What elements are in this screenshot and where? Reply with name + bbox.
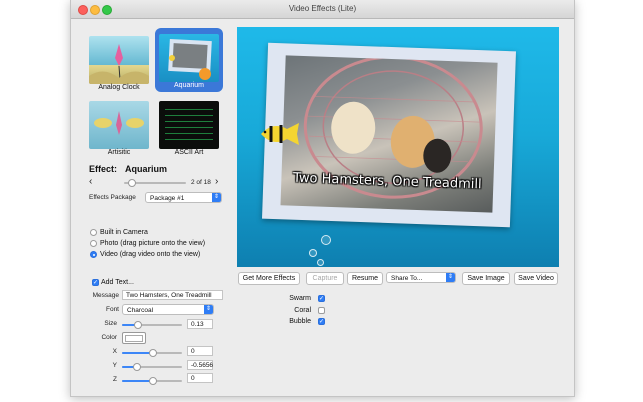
x-label: X <box>112 348 117 355</box>
effect-label-analog-clock[interactable]: Analog Clock <box>87 84 151 91</box>
add-text-checkbox[interactable]: ✓ <box>92 279 99 286</box>
radio-built-in-camera[interactable] <box>90 229 97 236</box>
x-field[interactable]: 0 <box>187 346 213 356</box>
y-field[interactable]: -0.5656 <box>187 360 213 370</box>
bubble-icon <box>317 259 324 266</box>
option-label-coral[interactable]: Coral <box>277 307 311 314</box>
effects-package-value: Package #1 <box>150 195 185 202</box>
ascii-art-icon <box>165 109 213 140</box>
effect-name: Aquarium <box>125 164 168 174</box>
video-preview[interactable]: Two Hamsters, One Treadmill <box>237 27 559 267</box>
tropical-fish-icon <box>261 123 299 145</box>
effect-thumb-analog-clock[interactable] <box>89 36 149 84</box>
z-field[interactable]: 0 <box>187 373 213 383</box>
effect-label-artistic[interactable]: Artisitic <box>87 149 151 156</box>
resume-button[interactable]: Resume <box>347 272 383 285</box>
z-slider-knob[interactable] <box>149 377 157 385</box>
effects-package-label: Effects Package <box>89 194 136 201</box>
message-field[interactable]: Two Hamsters, One Treadmill <box>122 290 223 300</box>
effects-package-select[interactable]: Package #1 ⇕ <box>145 192 222 203</box>
app-window: Video Effects (Lite) Analog Clock Aquari… <box>70 0 575 397</box>
bubble-icon <box>309 249 317 257</box>
title-bar[interactable]: Video Effects (Lite) <box>71 0 574 19</box>
save-video-button[interactable]: Save Video <box>514 272 558 285</box>
analog-clock-icon <box>89 44 149 84</box>
chevron-updown-icon: ⇕ <box>204 305 213 314</box>
option-checkbox-coral[interactable] <box>318 307 325 314</box>
get-more-effects-button[interactable]: Get More Effects <box>238 272 300 285</box>
aquarium-icon <box>168 38 212 80</box>
add-text-label[interactable]: Add Text... <box>101 279 134 286</box>
prev-effect-button[interactable]: ‹ <box>89 176 92 187</box>
size-label: Size <box>104 320 117 327</box>
effect-thumb-aquarium[interactable] <box>159 34 219 82</box>
effect-slider-knob[interactable] <box>128 179 136 187</box>
effect-label-ascii-art[interactable]: ASCII Art <box>157 149 221 156</box>
bubble-icon <box>321 235 331 245</box>
share-select[interactable]: Share To... ⇕ <box>386 272 456 283</box>
capture-button[interactable]: Capture <box>306 272 344 285</box>
font-select[interactable]: Charcoal ⇕ <box>122 304 214 315</box>
x-slider-fill <box>122 352 152 354</box>
message-label: Message <box>92 292 119 299</box>
effect-label: Effect: <box>89 164 118 174</box>
y-slider-knob[interactable] <box>133 363 141 371</box>
color-label: Color <box>101 334 117 341</box>
effect-thumb-artistic[interactable] <box>89 101 149 149</box>
x-slider-knob[interactable] <box>149 349 157 357</box>
chevron-updown-icon: ⇕ <box>212 193 221 202</box>
radio-video[interactable] <box>90 251 97 258</box>
y-label: Y <box>112 362 117 369</box>
size-field[interactable]: 0.13 <box>187 319 213 329</box>
z-label: Z <box>113 376 117 383</box>
artistic-icon <box>94 111 144 135</box>
font-select-value: Charcoal <box>127 307 154 314</box>
chevron-updown-icon: ⇕ <box>446 273 455 282</box>
option-label-bubble[interactable]: Bubble <box>277 318 311 325</box>
z-slider-fill <box>122 380 152 382</box>
option-checkbox-bubble[interactable]: ✓ <box>318 318 325 325</box>
color-swatch <box>125 335 143 342</box>
option-label-swarm[interactable]: Swarm <box>277 295 311 302</box>
next-effect-button[interactable]: › <box>215 176 218 187</box>
option-checkbox-swarm[interactable]: ✓ <box>318 295 325 302</box>
window-title: Video Effects (Lite) <box>288 4 357 13</box>
radio-label-photo[interactable]: Photo (drag picture onto the view) <box>100 240 205 247</box>
radio-label-built-in-camera[interactable]: Built in Camera <box>100 229 148 236</box>
radio-photo[interactable] <box>90 240 97 247</box>
video-frame-image: Two Hamsters, One Treadmill <box>280 55 498 213</box>
effect-page-indicator: 2 of 18 <box>191 179 211 186</box>
color-well[interactable] <box>122 332 146 344</box>
font-label: Font <box>105 306 119 313</box>
save-image-button[interactable]: Save Image <box>462 272 510 285</box>
effect-label-aquarium[interactable]: Aquarium <box>157 82 221 89</box>
radio-label-video[interactable]: Video (drag video onto the view) <box>100 251 200 258</box>
size-slider-knob[interactable] <box>134 321 142 329</box>
share-select-label: Share To... <box>391 275 423 282</box>
effect-thumb-ascii-art[interactable] <box>159 101 219 149</box>
